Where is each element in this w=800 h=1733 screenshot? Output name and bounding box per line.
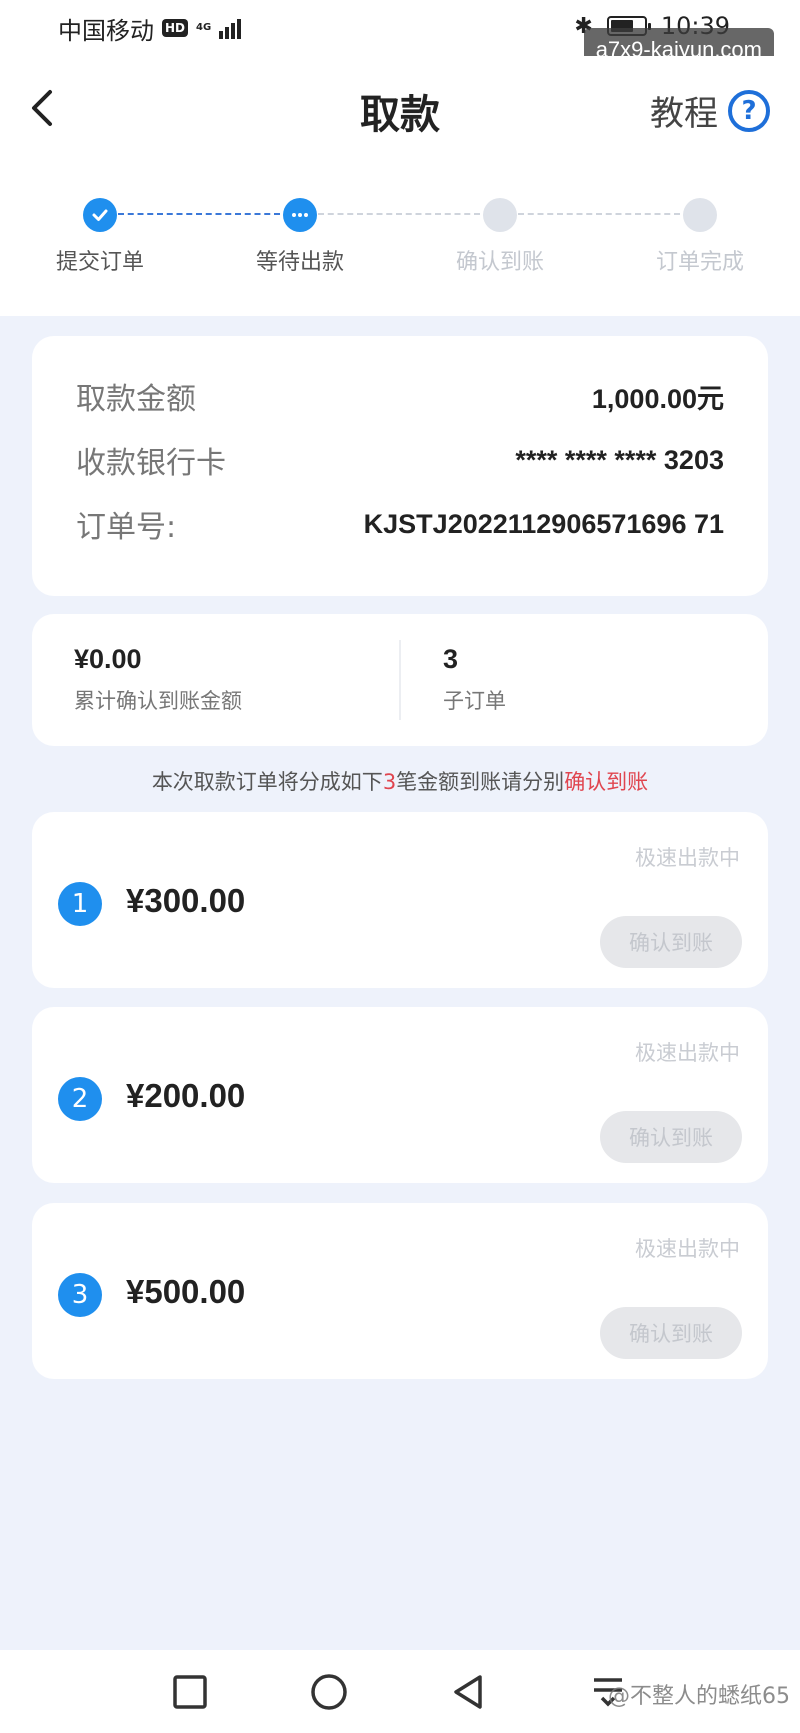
triangle-back-icon: [454, 1675, 482, 1709]
sub-order-amount: ¥500.00: [126, 1273, 246, 1310]
withdrawal-info-card: 取款金额 1,000.00元 收款银行卡 **** **** **** 3203…: [32, 336, 768, 596]
tutorial-label: 教程: [650, 94, 718, 134]
header: 取款 教程 ?: [0, 56, 800, 160]
payout-status: 极速出款中: [635, 1041, 740, 1065]
notice-middle: 笔金额到账请分别: [396, 770, 565, 794]
payout-status: 极速出款中: [635, 846, 740, 870]
signal-icon: [219, 17, 242, 39]
confirm-received-button[interactable]: 确认到账: [600, 916, 742, 968]
confirmed-label: 累计确认到账金额: [74, 689, 242, 713]
watermark-bottom: @不整人的蟋纸65: [608, 1684, 790, 1709]
confirm-received-button[interactable]: 确认到账: [600, 1111, 742, 1163]
sub-order-count: 3 子订单: [399, 640, 768, 720]
notice-count: 3: [382, 770, 397, 794]
circle-icon: [311, 1674, 347, 1710]
system-nav-bar: @不整人的蟋纸65: [0, 1650, 800, 1733]
bank-card-value: **** **** **** 3203: [515, 444, 724, 475]
summary-card: ¥0.00 累计确认到账金额 3 子订单: [32, 614, 768, 746]
sub-order-index: 1: [58, 882, 102, 926]
back-nav-button[interactable]: [446, 1670, 490, 1714]
step-order-complete: 订单完成: [630, 198, 770, 276]
step-awaiting-payout: 等待出款: [230, 198, 370, 276]
order-number-label: 订单号:: [76, 510, 177, 545]
home-button[interactable]: [307, 1670, 351, 1714]
pending-dot-icon: [483, 198, 517, 232]
payout-status: 极速出款中: [635, 1237, 740, 1261]
step-label: 订单完成: [655, 250, 744, 275]
progress-steps: 提交订单 等待出款 确认到账 订单完成: [0, 160, 800, 316]
step-confirm-received: 确认到账: [430, 198, 570, 276]
sub-order-index: 3: [58, 1273, 102, 1317]
withdrawal-page: 中国移动 HD 4G ✱ 10:39 a7x9-kaiyun.com 取款 教程…: [0, 0, 800, 1733]
notice-highlight: 确认到账: [564, 770, 649, 794]
carrier-name: 中国移动: [58, 16, 154, 45]
step-label: 确认到账: [455, 250, 544, 275]
order-number-row: 订单号: KJSTJ2022112906571696 71: [76, 502, 724, 546]
sub-order-amount: ¥300.00: [126, 882, 246, 919]
pending-dot-icon: [683, 198, 717, 232]
check-icon: [83, 198, 117, 232]
tutorial-button[interactable]: 教程 ?: [650, 86, 770, 135]
step-label: 提交订单: [55, 250, 144, 275]
sub-order-number: 3: [443, 644, 459, 674]
recents-button[interactable]: [168, 1670, 212, 1714]
hd-badge: HD: [162, 19, 189, 37]
help-icon: ?: [728, 89, 770, 132]
sub-order-card: 极速出款中 2 ¥200.00 确认到账: [32, 1007, 768, 1183]
network-type: 4G: [196, 22, 212, 33]
sub-order-amount: ¥200.00: [126, 1077, 246, 1114]
sub-order-label: 子订单: [443, 689, 506, 713]
status-left: 中国移动 HD 4G: [58, 11, 242, 46]
amount-label: 取款金额: [76, 382, 196, 417]
split-notice: 本次取款订单将分成如下3笔金额到账请分别确认到账: [0, 766, 800, 796]
step-label: 等待出款: [255, 250, 344, 275]
sub-order-index: 2: [58, 1077, 102, 1121]
confirmed-total: ¥0.00 累计确认到账金额: [32, 614, 399, 746]
sub-order-card: 极速出款中 3 ¥500.00 确认到账: [32, 1203, 768, 1379]
bank-card-label: 收款银行卡: [76, 446, 226, 481]
bank-card-row: 收款银行卡 **** **** **** 3203: [76, 438, 724, 482]
confirmed-amount: ¥0.00: [74, 644, 142, 674]
square-icon: [173, 1675, 207, 1709]
amount-row: 取款金额 1,000.00元: [76, 374, 724, 418]
confirm-received-button[interactable]: 确认到账: [600, 1307, 742, 1359]
ellipsis-icon: [283, 198, 317, 232]
order-number-value: KJSTJ2022112906571696 71: [363, 508, 724, 539]
notice-prefix: 本次取款订单将分成如下: [151, 770, 383, 794]
amount-value: 1,000.00元: [591, 383, 724, 414]
sub-order-card: 极速出款中 1 ¥300.00 确认到账: [32, 812, 768, 988]
step-submit-order: 提交订单: [30, 198, 170, 276]
